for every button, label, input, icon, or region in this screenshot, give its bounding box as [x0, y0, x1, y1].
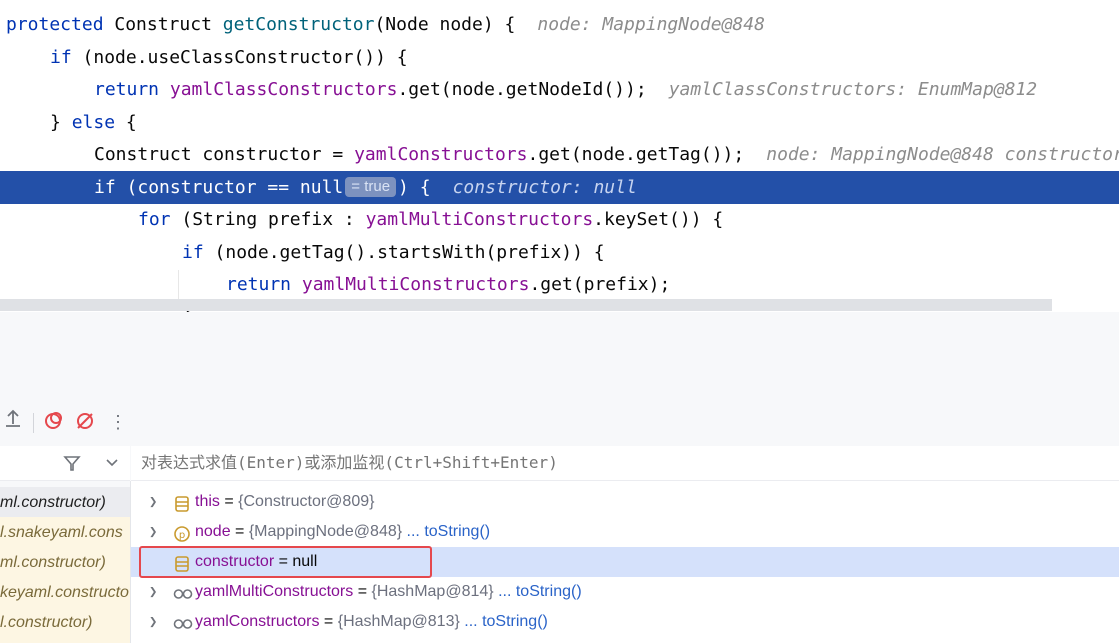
code-token: (constructor == null	[126, 177, 344, 198]
evaluate-expression-input[interactable]	[141, 446, 1041, 480]
code-token: (Node node) {	[374, 14, 516, 35]
code-token: if	[50, 47, 83, 68]
code-token: if	[182, 242, 215, 263]
chevron-right-icon[interactable]: ❯	[149, 607, 157, 637]
code-line: for (String prefix : yamlMultiConstructo…	[0, 203, 1119, 236]
breakpoint-icon[interactable]	[42, 410, 64, 440]
parameter-icon: p	[173, 523, 191, 542]
indent-guide	[178, 270, 179, 300]
code-token: return	[226, 274, 302, 295]
frame-item[interactable]: ml.constructor)	[0, 487, 130, 517]
toolbar-separator	[33, 413, 34, 433]
code-token: return	[94, 79, 170, 100]
horizontal-scrollbar[interactable]	[0, 299, 1052, 311]
code-line: if (node.useClassConstructor()) {	[0, 41, 1119, 74]
code-token: for	[138, 209, 182, 230]
code-token: Construct constructor =	[94, 144, 355, 165]
restore-frame-icon[interactable]	[2, 408, 24, 438]
code-token: {	[125, 112, 137, 133]
code-token: if	[94, 177, 127, 198]
code-line: protected Construct getConstructor(Node …	[0, 8, 1119, 41]
variable-row-yaml-multi-constructors[interactable]: ❯ yamlMultiConstructors = {HashMap@814} …	[131, 577, 1119, 607]
evaluate-bar	[131, 446, 1119, 481]
code-line: return yamlClassConstructors.get(node.ge…	[0, 73, 1119, 106]
frames-header	[0, 446, 130, 481]
frames-list: ml.constructor) l.snakeyaml.cons ml.cons…	[0, 481, 131, 643]
inline-debug-hint: constructor: null	[452, 177, 637, 198]
code-token: }	[50, 112, 72, 133]
more-icon[interactable]: ⋮	[108, 408, 128, 438]
code-token: yamlMultiConstructors	[301, 274, 530, 295]
variable-row-yaml-constructors[interactable]: ❯ yamlConstructors = {HashMap@813} ... t…	[131, 607, 1119, 637]
to-string-link[interactable]: ... toString()	[498, 583, 582, 600]
code-token: yamlMultiConstructors	[365, 209, 594, 230]
code-token: (node.getTag().startsWith(prefix)) {	[214, 242, 605, 263]
inline-debug-hint: yamlClassConstructors: EnumMap@812	[668, 79, 1038, 100]
code-token: getConstructor	[222, 14, 375, 35]
to-string-link[interactable]: ... toString()	[464, 613, 548, 630]
code-token: ) {	[398, 177, 431, 198]
code-line: Construct constructor = yamlConstructors…	[0, 138, 1119, 171]
watch-icon	[173, 613, 193, 631]
code-token: (node.useClassConstructor()) {	[82, 47, 408, 68]
code-token: yamlClassConstructors	[169, 79, 398, 100]
watch-icon	[173, 583, 193, 601]
code-token: (String prefix :	[181, 209, 366, 230]
code-token: .keySet()) {	[593, 209, 724, 230]
code-editor[interactable]: protected Construct getConstructor(Node …	[0, 0, 1119, 312]
frame-item[interactable]: l.constructor)	[0, 607, 130, 637]
inline-debug-hint: node: MappingNode@848	[537, 14, 765, 35]
code-token: .get(prefix);	[529, 274, 671, 295]
code-token: protected	[6, 14, 115, 35]
field-icon	[173, 493, 191, 512]
variable-row-node[interactable]: ❯ p node = {MappingNode@848} ... toStrin…	[131, 517, 1119, 547]
code-token: else	[71, 112, 126, 133]
mute-breakpoints-icon[interactable]	[74, 410, 96, 440]
svg-text:p: p	[179, 530, 185, 541]
chevron-down-icon[interactable]	[104, 452, 120, 476]
variable-row-this[interactable]: ❯ this = {Constructor@809}	[131, 487, 1119, 517]
highlight-callout-box	[139, 546, 432, 578]
code-token: Construct	[114, 14, 223, 35]
frame-item[interactable]: keyaml.constructo	[0, 577, 130, 607]
filter-icon[interactable]	[62, 453, 82, 477]
to-string-link[interactable]: ... toString()	[407, 523, 491, 540]
chevron-right-icon[interactable]: ❯	[149, 487, 157, 517]
code-line: } else {	[0, 106, 1119, 139]
frame-item[interactable]: l.snakeyaml.cons	[0, 517, 130, 547]
frame-item[interactable]: ml.constructor)	[0, 547, 130, 577]
inline-debug-hint: node: MappingNode@848 constructor	[766, 144, 1119, 165]
code-token: .get(node.getNodeId());	[397, 79, 647, 100]
chevron-right-icon[interactable]: ❯	[149, 577, 157, 607]
code-line: if (node.getTag().startsWith(prefix)) {	[0, 236, 1119, 269]
chevron-right-icon[interactable]: ❯	[149, 517, 157, 547]
inline-value-badge: = true	[345, 177, 397, 197]
code-line-current: if (constructor == null = true) { construc…	[0, 171, 1119, 204]
code-token: .get(node.getTag());	[527, 144, 745, 165]
code-token: yamlConstructors	[354, 144, 528, 165]
